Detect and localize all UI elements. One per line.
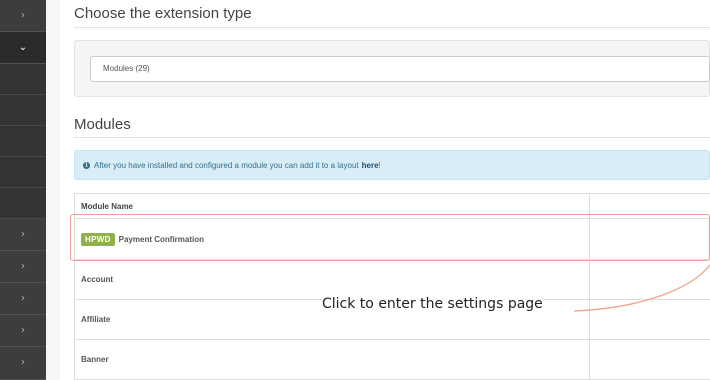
sidebar-item-9[interactable]: ›	[0, 251, 46, 283]
sidebar-item-11[interactable]: ›	[0, 315, 46, 347]
content-gutter	[46, 0, 60, 380]
info-alert: i After you have installed and configure…	[74, 150, 710, 180]
sidebar: › ⌄ › › › › ›	[0, 0, 46, 380]
sidebar-item-12[interactable]: ›	[0, 347, 46, 380]
chevron-right-icon: ›	[21, 357, 25, 368]
extension-type-select[interactable]: Modules (29)	[90, 56, 710, 82]
divider	[74, 137, 710, 138]
alert-text: After you have installed and configured …	[94, 160, 359, 170]
alert-suffix: !	[378, 160, 381, 170]
table-row[interactable]: Banner	[74, 340, 710, 380]
layout-link[interactable]: here	[362, 161, 379, 170]
sidebar-subitem-4[interactable]	[0, 157, 46, 188]
chevron-right-icon: ›	[21, 260, 25, 272]
callout-text: Click to enter the settings page	[322, 296, 543, 312]
module-name: Banner	[81, 355, 109, 364]
sidebar-item-extensions[interactable]: ⌄	[0, 32, 46, 64]
chevron-right-icon: ›	[21, 324, 25, 336]
table-row[interactable]: Account	[74, 260, 710, 300]
highlight-box	[70, 214, 710, 261]
extension-type-heading: Choose the extension type	[74, 5, 252, 22]
chevron-down-icon: ⌄	[18, 41, 28, 53]
chevron-right-icon: ›	[21, 292, 25, 304]
module-name: Affiliate	[81, 315, 111, 324]
sidebar-subitem-2[interactable]	[0, 95, 46, 126]
sidebar-item-8[interactable]: ›	[0, 219, 46, 251]
sidebar-subitem-5[interactable]	[0, 188, 46, 219]
divider	[74, 27, 710, 28]
info-circle-icon: i	[83, 161, 90, 169]
sidebar-subitem-3[interactable]	[0, 126, 46, 157]
sidebar-item-1[interactable]: ›	[0, 0, 46, 32]
module-name: Account	[81, 275, 113, 284]
sidebar-subitem-1[interactable]	[0, 64, 46, 95]
modules-heading: Modules	[74, 116, 131, 133]
sidebar-item-10[interactable]: ›	[0, 283, 46, 315]
column-header-module-name: Module Name	[81, 201, 134, 211]
chevron-right-icon: ›	[21, 228, 25, 240]
chevron-right-icon: ›	[21, 9, 25, 21]
